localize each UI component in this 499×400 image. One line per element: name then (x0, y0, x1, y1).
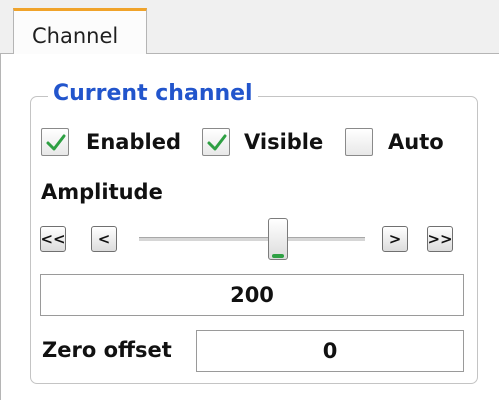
zero-offset-value: 0 (322, 339, 338, 363)
visible-label: Visible (244, 130, 324, 154)
zero-offset-label: Zero offset (42, 338, 172, 362)
enabled-label: Enabled (86, 130, 181, 154)
enabled-checkbox[interactable] (41, 128, 69, 156)
checkmark-icon (46, 134, 66, 151)
visible-checkbox[interactable] (202, 128, 230, 156)
auto-checkbox[interactable] (345, 128, 373, 156)
amplitude-value-field[interactable]: 200 (40, 274, 464, 316)
step-forward-button[interactable]: > (382, 226, 408, 252)
amplitude-label: Amplitude (41, 180, 163, 204)
auto-label: Auto (388, 130, 444, 154)
fast-forward-button[interactable]: >> (427, 226, 453, 252)
fast-back-icon: << (40, 229, 66, 248)
step-back-button[interactable]: < (91, 226, 117, 252)
fast-forward-icon: >> (427, 229, 453, 248)
fast-back-button[interactable]: << (40, 226, 66, 252)
step-back-icon: < (97, 229, 111, 248)
zero-offset-field[interactable]: 0 (196, 330, 464, 372)
tab-channel-label: Channel (32, 24, 119, 48)
amplitude-slider-track[interactable] (139, 237, 365, 241)
tab-channel[interactable]: Channel (13, 8, 147, 54)
group-title: Current channel (48, 81, 258, 106)
amplitude-slider-thumb[interactable] (268, 218, 288, 260)
amplitude-value: 200 (230, 283, 274, 307)
step-forward-icon: > (388, 229, 402, 248)
checkmark-icon (207, 134, 227, 151)
